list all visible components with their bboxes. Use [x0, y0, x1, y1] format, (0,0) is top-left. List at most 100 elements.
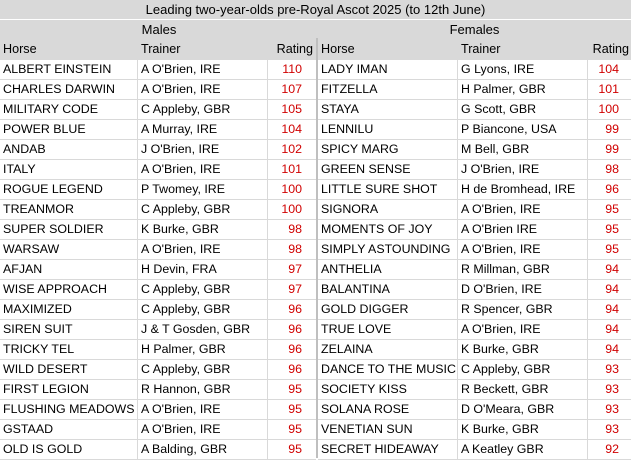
rating-cell: 100 — [281, 182, 302, 196]
table-row: LENNILU P Biancone, USA 99 — [318, 120, 631, 140]
horse-cell: POWER BLUE — [0, 120, 138, 139]
horse-cell: SUPER SOLDIER — [0, 220, 138, 239]
trainer-cell: R Beckett, GBR — [458, 380, 588, 399]
trainer-cell: C Appleby, GBR — [458, 360, 588, 379]
females-header-row: Horse Trainer Rating — [318, 39, 631, 60]
table-row: FITZELLA H Palmer, GBR 101 — [318, 80, 631, 100]
horse-cell: SPICY MARG — [318, 140, 458, 159]
horse-cell: FLUSHING MEADOWS — [0, 400, 138, 419]
table-row: ANDAB J O'Brien, IRE 102 — [0, 140, 316, 160]
table-row: ITALY A O'Brien, IRE 101 — [0, 160, 316, 180]
males-group-header: Males — [0, 20, 318, 39]
table-row: OLD IS GOLD A Balding, GBR 95 — [0, 440, 316, 460]
horse-cell: LITTLE SURE SHOT — [318, 180, 458, 199]
trainer-cell: P Twomey, IRE — [138, 180, 268, 199]
rating-cell: 95 — [605, 222, 619, 236]
rating-cell: 96 — [288, 322, 302, 336]
trainer-cell: M Bell, GBR — [458, 140, 588, 159]
rating-cell: 101 — [598, 82, 619, 96]
trainer-cell: H de Bromhead, IRE — [458, 180, 588, 199]
horse-cell: TREANMOR — [0, 200, 138, 219]
table-row: GREEN SENSE J O'Brien, IRE 98 — [318, 160, 631, 180]
table-row: MOMENTS OF JOY A O'Brien IRE 95 — [318, 220, 631, 240]
table-row: LADY IMAN G Lyons, IRE 104 — [318, 60, 631, 80]
trainer-cell: A O'Brien, IRE — [458, 240, 588, 259]
rating-cell: 94 — [605, 342, 619, 356]
trainer-cell: R Spencer, GBR — [458, 300, 588, 319]
table-row: STAYA G Scott, GBR 100 — [318, 100, 631, 120]
table-row: VENETIAN SUN K Burke, GBR 93 — [318, 420, 631, 440]
group-header-row: Males Females — [0, 20, 631, 39]
males-table: Horse Trainer Rating ALBERT EINSTEIN A O'… — [0, 39, 316, 460]
table-row: SPICY MARG M Bell, GBR 99 — [318, 140, 631, 160]
trainer-cell: H Palmer, GBR — [458, 80, 588, 99]
rating-cell: 98 — [288, 242, 302, 256]
horse-cell: LENNILU — [318, 120, 458, 139]
table-row: SECRET HIDEAWAY A Keatley GBR 92 — [318, 440, 631, 460]
horse-cell: ANTHELIA — [318, 260, 458, 279]
trainer-cell: G Lyons, IRE — [458, 60, 588, 79]
table-row: WARSAW A O'Brien, IRE 98 — [0, 240, 316, 260]
rating-cell: 95 — [288, 422, 302, 436]
trainer-cell: A Murray, IRE — [138, 120, 268, 139]
trainer-cell: C Appleby, GBR — [138, 360, 268, 379]
horse-cell: ANDAB — [0, 140, 138, 159]
horse-cell: SECRET HIDEAWAY — [318, 440, 458, 459]
rating-cell: 93 — [605, 362, 619, 376]
table-row: LITTLE SURE SHOT H de Bromhead, IRE 96 — [318, 180, 631, 200]
horse-cell: AFJAN — [0, 260, 138, 279]
trainer-cell: A O'Brien IRE — [458, 220, 588, 239]
trainer-cell: A O'Brien, IRE — [458, 320, 588, 339]
rating-cell: 104 — [598, 62, 619, 76]
males-header-row: Horse Trainer Rating — [0, 39, 316, 60]
rating-cell: 96 — [288, 302, 302, 316]
horse-cell: WARSAW — [0, 240, 138, 259]
trainer-cell: K Burke, GBR — [458, 340, 588, 359]
table-row: DANCE TO THE MUSIC C Appleby, GBR 93 — [318, 360, 631, 380]
trainer-cell: C Appleby, GBR — [138, 280, 268, 299]
table-row: WISE APPROACH C Appleby, GBR 97 — [0, 280, 316, 300]
rating-cell: 102 — [281, 142, 302, 156]
horse-cell: SIGNORA — [318, 200, 458, 219]
horse-cell: ALBERT EINSTEIN — [0, 60, 138, 79]
rating-cell: 97 — [288, 282, 302, 296]
rating-cell: 92 — [605, 442, 619, 456]
females-table: Horse Trainer Rating LADY IMAN G Lyons, I… — [318, 39, 631, 460]
trainer-cell: A O'Brien, IRE — [138, 60, 268, 79]
horse-cell: SOCIETY KISS — [318, 380, 458, 399]
column-divider — [316, 38, 318, 458]
rating-cell: 104 — [281, 122, 302, 136]
table-row: FIRST LEGION R Hannon, GBR 95 — [0, 380, 316, 400]
trainer-cell: A Balding, GBR — [138, 440, 268, 459]
horse-cell: MAXIMIZED — [0, 300, 138, 319]
rating-cell: 98 — [605, 162, 619, 176]
table-row: MAXIMIZED C Appleby, GBR 96 — [0, 300, 316, 320]
trainer-cell: D O'Meara, GBR — [458, 400, 588, 419]
horse-cell: OLD IS GOLD — [0, 440, 138, 459]
table-row: SOLANA ROSE D O'Meara, GBR 93 — [318, 400, 631, 420]
rating-cell: 95 — [605, 202, 619, 216]
rating-cell: 107 — [281, 82, 302, 96]
table-row: SOCIETY KISS R Beckett, GBR 93 — [318, 380, 631, 400]
horse-cell: GREEN SENSE — [318, 160, 458, 179]
rating-cell: 93 — [605, 382, 619, 396]
horse-cell: WISE APPROACH — [0, 280, 138, 299]
rating-cell: 99 — [605, 142, 619, 156]
trainer-cell: J & T Gosden, GBR — [138, 320, 268, 339]
males-horse-header: Horse — [0, 39, 138, 60]
table-row: POWER BLUE A Murray, IRE 104 — [0, 120, 316, 140]
horse-cell: SOLANA ROSE — [318, 400, 458, 419]
horse-cell: ROGUE LEGEND — [0, 180, 138, 199]
table-row: ZELAINA K Burke, GBR 94 — [318, 340, 631, 360]
horse-cell: FITZELLA — [318, 80, 458, 99]
table-row: SUPER SOLDIER K Burke, GBR 98 — [0, 220, 316, 240]
rating-cell: 93 — [605, 402, 619, 416]
table-row: ROGUE LEGEND P Twomey, IRE 100 — [0, 180, 316, 200]
trainer-cell: C Appleby, GBR — [138, 100, 268, 119]
trainer-cell: A O'Brien, IRE — [138, 80, 268, 99]
horse-cell: MILITARY CODE — [0, 100, 138, 119]
males-trainer-header: Trainer — [138, 39, 268, 60]
rating-cell: 95 — [288, 382, 302, 396]
rating-cell: 98 — [288, 222, 302, 236]
rating-cell: 95 — [288, 442, 302, 456]
